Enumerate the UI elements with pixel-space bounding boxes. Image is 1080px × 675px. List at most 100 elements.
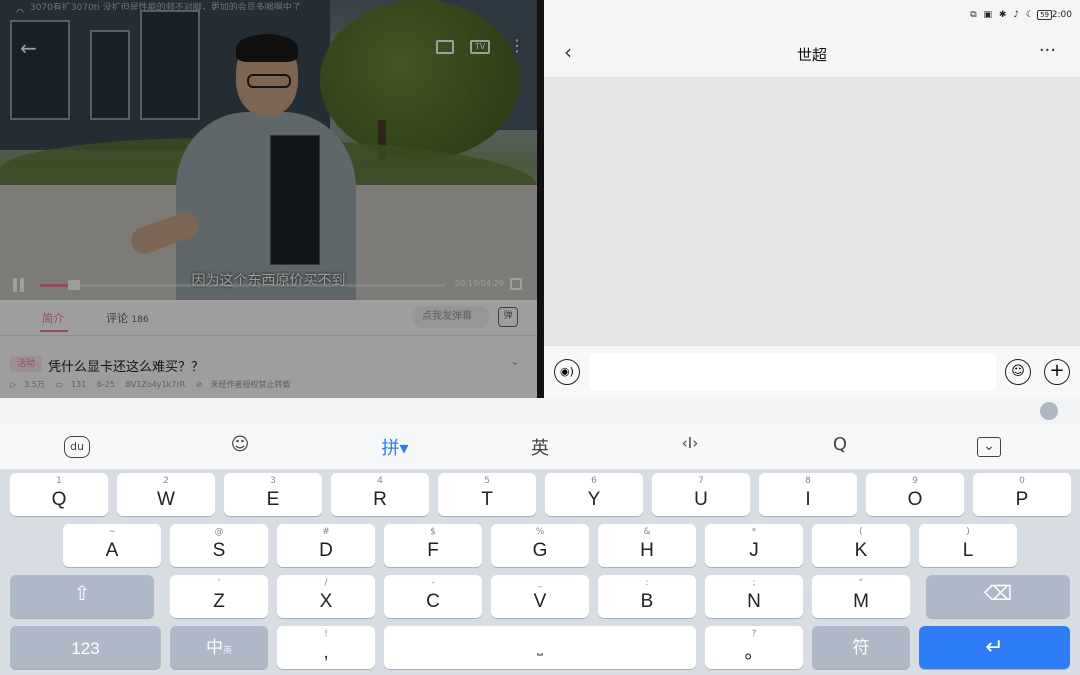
key-w[interactable]: 2W: [117, 473, 215, 516]
key-sub-label: *: [751, 527, 757, 537]
key-u[interactable]: 7U: [652, 473, 750, 516]
key-label: S: [212, 540, 226, 561]
key-sub-label: 7: [698, 476, 704, 486]
key-sub-label: “: [858, 578, 864, 588]
key-sub-label: :: [645, 578, 649, 588]
key-k[interactable]: (K: [812, 524, 910, 567]
backspace-icon: ⌫: [983, 583, 1013, 605]
user-icon[interactable]: [1040, 402, 1058, 420]
key-l[interactable]: ) L: [919, 524, 1017, 567]
key-a[interactable]: ~ A: [63, 524, 161, 567]
enter-key[interactable]: ↵: [919, 626, 1070, 669]
key-h[interactable]: & H: [598, 524, 696, 567]
hide-keyboard-icon[interactable]: ⌄: [977, 437, 1001, 457]
key-label: Y: [587, 489, 601, 510]
key-sub-label: ~: [108, 527, 116, 537]
key-i[interactable]: 8I: [759, 473, 857, 516]
delete-key[interactable]: ⌫: [926, 575, 1070, 618]
key-sub-label: (: [859, 527, 863, 537]
key-sub-label: ;: [752, 578, 756, 588]
cursor-icon[interactable]: ‹I›: [670, 434, 710, 452]
key-f[interactable]: $ F: [384, 524, 482, 567]
key-o[interactable]: 9O: [866, 473, 964, 516]
key-label: A: [105, 540, 119, 561]
key-label: G: [532, 540, 548, 561]
key-r[interactable]: 4R: [331, 473, 429, 516]
key-g[interactable]: % G: [491, 524, 589, 567]
key-label: K: [854, 540, 868, 561]
key-q[interactable]: 1Q: [10, 473, 108, 516]
chinese-english-key[interactable]: 中英: [170, 626, 268, 669]
key-sub-label: 1: [56, 476, 62, 486]
comma-key[interactable]: !,: [277, 626, 375, 669]
du-logo-icon[interactable]: du: [64, 436, 90, 458]
period-label: 。: [744, 642, 764, 663]
screen: 3070有扩3070ti 没扩但是性能的频不对脚，更加的会员多喝啊中了 ◠ ← …: [0, 0, 1080, 675]
message-input[interactable]: [590, 353, 996, 391]
keyboard-top-strip: [0, 398, 1080, 424]
key-j[interactable]: * J: [705, 524, 803, 567]
key-n[interactable]: ; N: [705, 575, 803, 618]
key-label: P: [1015, 489, 1029, 510]
key-sub-label: %: [535, 527, 545, 537]
key-e[interactable]: 3E: [224, 473, 322, 516]
keyboard-toolbar: du ☺ 拼▾ 英 ‹I› Q ⌄: [0, 424, 1080, 470]
key-sub-label: 9: [912, 476, 918, 486]
key-p[interactable]: 0P: [973, 473, 1071, 516]
key-m[interactable]: “M: [812, 575, 910, 618]
emoji-icon[interactable]: ☺: [220, 434, 260, 455]
key-label: H: [640, 540, 654, 561]
status-bar: ⧉ ▣ ✱ ♪ ☾ 59 2:00: [544, 0, 1080, 30]
key-label: U: [694, 489, 708, 510]
key-label: V: [533, 591, 547, 612]
symbols-key[interactable]: 符: [812, 626, 910, 669]
key-y[interactable]: 6Y: [545, 473, 643, 516]
battery-icon: 59: [1037, 10, 1052, 20]
key-label: N: [747, 591, 761, 612]
microphone-icon: ⎵: [537, 639, 543, 655]
chat-input-bar: ◉) ☺ +: [544, 345, 1080, 398]
numbers-key[interactable]: 123: [10, 626, 161, 669]
more-icon[interactable]: ···: [1039, 40, 1056, 61]
key-label: C: [426, 591, 440, 612]
period-key[interactable]: ?。: [705, 626, 803, 669]
key-sub-label: 3: [270, 476, 276, 486]
key-sub-label: 4: [377, 476, 383, 486]
key-c[interactable]: -C: [384, 575, 482, 618]
space-key[interactable]: ⎵: [384, 626, 696, 669]
english-mode[interactable]: 英: [520, 434, 560, 460]
key-label: W: [157, 489, 175, 510]
key-label: D: [319, 540, 333, 561]
key-t[interactable]: 5T: [438, 473, 536, 516]
keyboard-keys: ⇧ ⌫ 123 中英 !, ⎵ ?。 符 ↵ 1Q2W3E4R5T6Y7U8I9…: [0, 470, 1080, 675]
search-icon[interactable]: Q: [820, 434, 860, 455]
key-sub-label: /: [324, 578, 328, 588]
pinyin-mode[interactable]: 拼▾: [375, 434, 415, 460]
key-s[interactable]: @ S: [170, 524, 268, 567]
key-label: F: [427, 540, 439, 561]
key-x[interactable]: / X: [277, 575, 375, 618]
voice-icon[interactable]: ◉): [554, 359, 580, 385]
key-sub-label: 5: [484, 476, 490, 486]
key-b[interactable]: :B: [598, 575, 696, 618]
shift-key[interactable]: ⇧: [10, 575, 154, 618]
key-sub-label: @: [214, 527, 224, 537]
key-sub-label: -: [431, 578, 435, 588]
key-sub-label: $: [430, 527, 436, 537]
key-sub-label: #: [322, 527, 330, 537]
period-sub-label: ?: [751, 629, 757, 639]
split-divider[interactable]: [537, 0, 544, 398]
zh-sub-label: 英: [222, 645, 232, 655]
key-sub-label: ): [966, 527, 970, 537]
key-v[interactable]: _ V: [491, 575, 589, 618]
plus-icon[interactable]: +: [1044, 359, 1070, 385]
chat-title: 世超: [796, 46, 827, 64]
key-d[interactable]: # D: [277, 524, 375, 567]
key-label: L: [962, 540, 974, 561]
numbers-key-label: 123: [71, 639, 100, 658]
key-sub-label: 6: [591, 476, 597, 486]
emoji-icon[interactable]: ☺: [1005, 359, 1031, 385]
chat-app-pane: ⧉ ▣ ✱ ♪ ☾ 59 2:00 ‹ 世超 ··· ◉) ☺ +: [544, 0, 1080, 398]
key-z[interactable]: ' Z: [170, 575, 268, 618]
key-label: E: [266, 489, 280, 510]
